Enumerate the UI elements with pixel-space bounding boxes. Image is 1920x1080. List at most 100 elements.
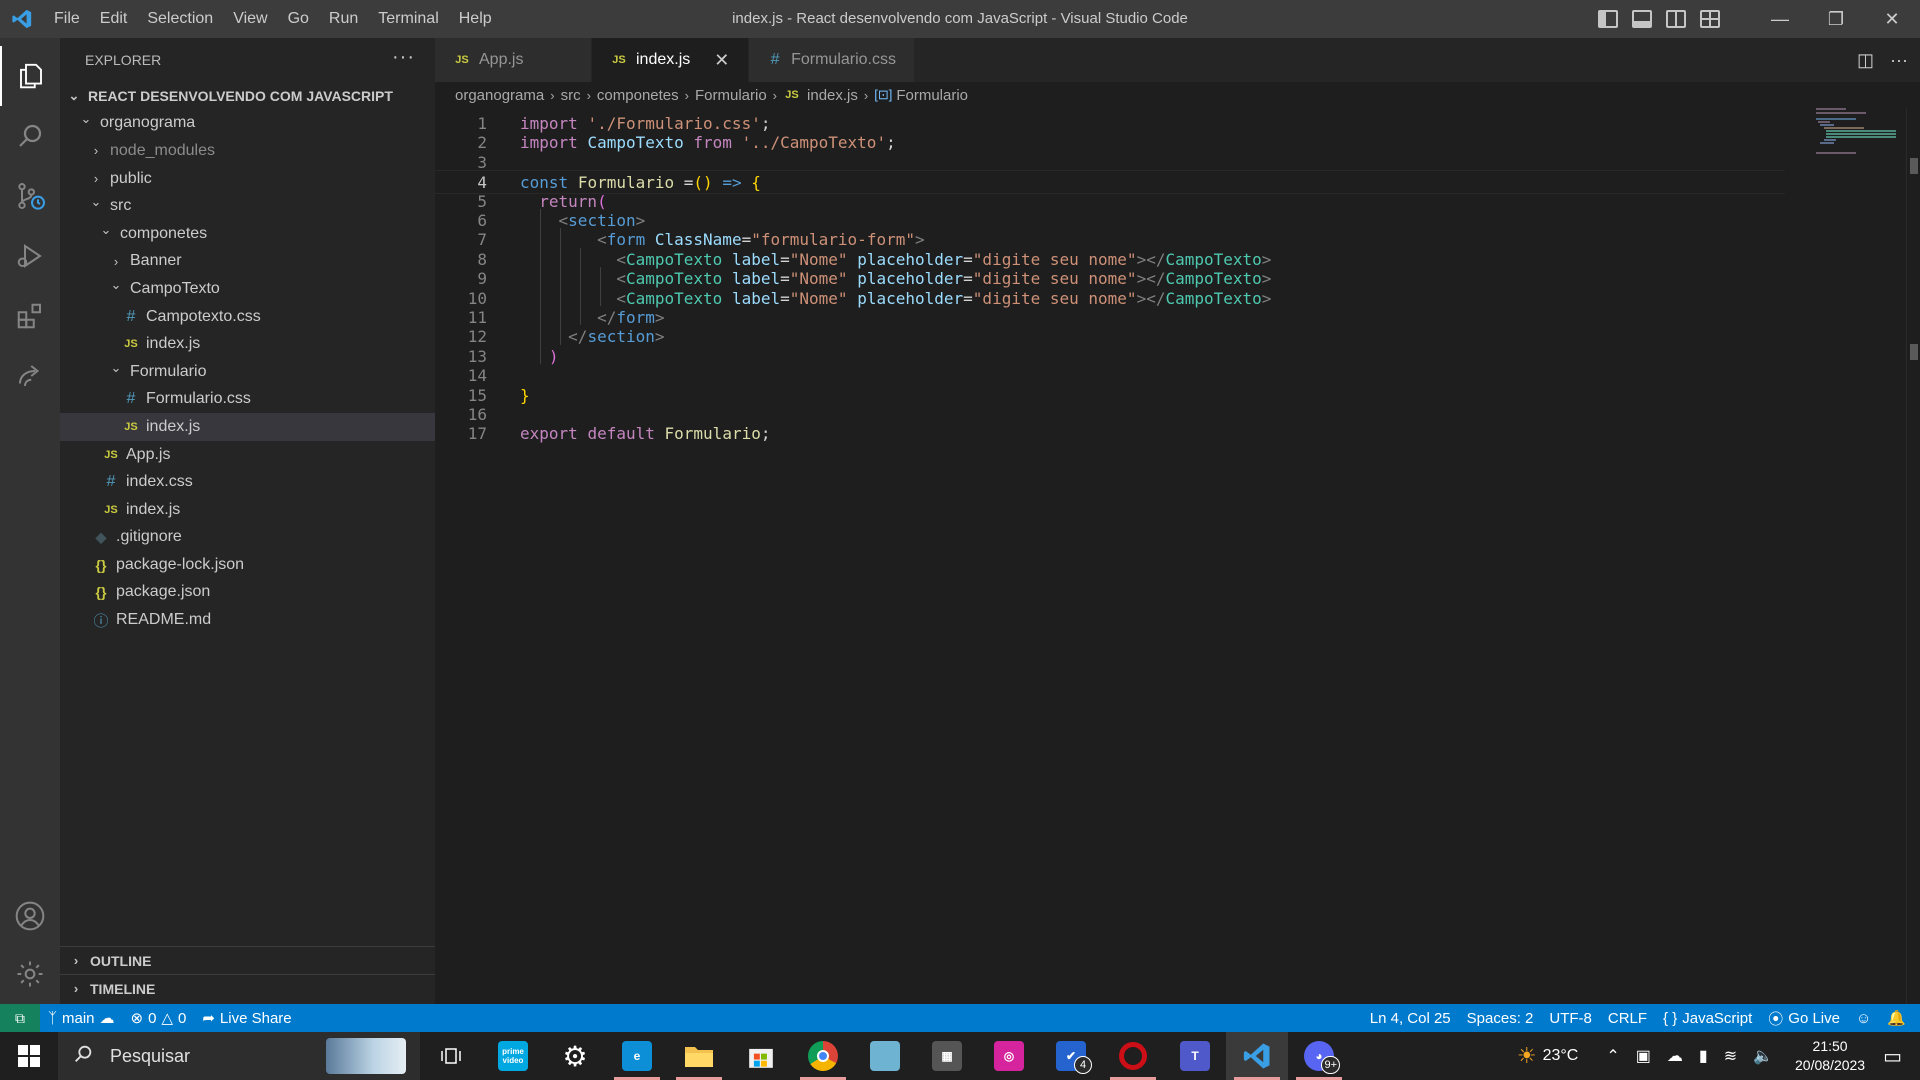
search-icon[interactable] <box>0 106 60 166</box>
teams-icon[interactable]: T <box>1164 1032 1226 1080</box>
tree-file[interactable]: {} package-lock.json <box>60 551 435 579</box>
menu-help[interactable]: Help <box>449 0 502 38</box>
breadcrumb-item[interactable]: componetes <box>597 87 679 104</box>
cursor-position[interactable]: Ln 4, Col 25 <box>1362 1010 1459 1027</box>
breadcrumb-item[interactable]: organograma <box>455 87 544 104</box>
git-branch[interactable]: ᛉ main ☁ <box>40 1009 123 1028</box>
menu-terminal[interactable]: Terminal <box>368 0 448 38</box>
code-line[interactable]: 17 export default Formulario; <box>435 422 1785 446</box>
opera-icon[interactable] <box>1102 1032 1164 1080</box>
breadcrumb-item[interactable]: Formulario <box>896 87 968 104</box>
tree-file[interactable]: ⓘ README.md <box>60 606 435 634</box>
menu-run[interactable]: Run <box>319 0 368 38</box>
tree-file[interactable]: {} package.json <box>60 579 435 607</box>
notifications-bell-icon[interactable]: 🔔 <box>1879 1009 1914 1027</box>
code-editor[interactable]: 1 import './Formulario.css'; 2 import Campo… <box>435 108 1920 1004</box>
tree-file[interactable]: # Formulario.css <box>60 386 435 414</box>
close-window-button[interactable]: ✕ <box>1864 0 1920 38</box>
tree-file[interactable]: JS index.js <box>60 496 435 524</box>
remote-indicator-icon[interactable]: ⧉ <box>0 1004 40 1032</box>
tree-folder[interactable]: › Banner <box>60 248 435 276</box>
battery-icon[interactable]: ▮ <box>1699 1046 1708 1066</box>
menu-edit[interactable]: Edit <box>90 0 138 38</box>
extensions-icon[interactable] <box>0 286 60 346</box>
project-folder-header[interactable]: ⌄ REACT DESENVOLVENDO COM JAVASCRIPT <box>60 82 435 110</box>
app-blue-icon[interactable] <box>854 1032 916 1080</box>
live-share-icon[interactable] <box>0 346 60 406</box>
vertical-scrollbar[interactable] <box>1906 108 1920 1004</box>
breadcrumb-item[interactable]: Formulario <box>695 87 767 104</box>
notifications-icon[interactable]: ▭ <box>1883 1044 1902 1069</box>
live-share-status[interactable]: ➦ Live Share <box>194 1009 299 1028</box>
tree-folder[interactable]: ⌄ Formulario <box>60 358 435 386</box>
menu-file[interactable]: File <box>44 0 90 38</box>
volume-icon[interactable]: 🔈 <box>1753 1046 1773 1066</box>
menu-go[interactable]: Go <box>278 0 319 38</box>
language-mode[interactable]: { } JavaScript <box>1655 1010 1760 1027</box>
minimize-button[interactable]: — <box>1752 0 1808 38</box>
tree-folder[interactable]: ⌄ organograma <box>60 110 435 138</box>
tree-folder[interactable]: ⌄ componetes <box>60 220 435 248</box>
customize-layout-icon[interactable] <box>1700 10 1720 28</box>
tree-file[interactable]: JS App.js <box>60 441 435 469</box>
go-live-button[interactable]: ⦿ Go Live <box>1760 1008 1848 1029</box>
calculator-icon[interactable]: ▦ <box>916 1032 978 1080</box>
tree-file[interactable]: JS index.js <box>60 413 435 441</box>
file-explorer-icon[interactable] <box>668 1032 730 1080</box>
microsoft-store-icon[interactable] <box>730 1032 792 1080</box>
settings-icon[interactable]: ⚙ <box>544 1032 606 1080</box>
clock[interactable]: 21:50 20/08/2023 <box>1781 1037 1879 1075</box>
discord-icon[interactable]: ◕ 9+ <box>1288 1032 1350 1080</box>
taskbar-search-box[interactable]: Pesquisar <box>58 1032 420 1080</box>
vscode-icon[interactable] <box>1226 1032 1288 1080</box>
timeline-section[interactable]: › TIMELINE <box>60 974 435 1002</box>
source-control-icon[interactable] <box>0 166 60 226</box>
tree-folder[interactable]: ⌄ src <box>60 192 435 220</box>
tree-folder[interactable]: › node_modules <box>60 137 435 165</box>
more-actions-icon[interactable]: ··· <box>1890 50 1908 71</box>
windows-start-button[interactable] <box>0 1032 58 1080</box>
feedback-icon[interactable]: ☺ <box>1848 1010 1879 1027</box>
manage-gear-icon[interactable] <box>0 944 60 1004</box>
menu-selection[interactable]: Selection <box>137 0 223 38</box>
toggle-primary-sidebar-icon[interactable] <box>1598 10 1618 28</box>
restore-button[interactable]: ❐ <box>1808 0 1864 38</box>
split-editor-icon[interactable]: ◫ <box>1857 50 1874 71</box>
problems-indicator[interactable]: ⊗ 0 △ 0 <box>123 1009 195 1028</box>
end-of-line[interactable]: CRLF <box>1600 1010 1655 1027</box>
breadcrumb-item[interactable]: index.js <box>807 87 858 104</box>
weather-icon[interactable]: ☀ <box>1517 1043 1537 1069</box>
encoding[interactable]: UTF-8 <box>1541 1010 1600 1027</box>
tree-folder[interactable]: ⌄ CampoTexto <box>60 275 435 303</box>
close-tab-icon[interactable]: ✕ <box>714 50 729 71</box>
weather-temp[interactable]: 23°C <box>1543 1047 1579 1065</box>
indentation[interactable]: Spaces: 2 <box>1459 1010 1542 1027</box>
more-actions-icon[interactable]: ··· <box>392 46 415 69</box>
tab-index-js[interactable]: JS index.js ✕ <box>592 38 749 82</box>
breadcrumb-item[interactable]: src <box>561 87 581 104</box>
todo-icon[interactable]: ✔ 4 <box>1040 1032 1102 1080</box>
minimap[interactable] <box>1806 108 1906 268</box>
outline-section[interactable]: › OUTLINE <box>60 946 435 974</box>
onedrive-icon[interactable]: ☁ <box>1667 1046 1683 1066</box>
accounts-icon[interactable] <box>0 886 60 946</box>
toggle-panel-icon[interactable] <box>1632 10 1652 28</box>
tab-app-js[interactable]: JS App.js <box>435 38 592 82</box>
run-debug-icon[interactable] <box>0 226 60 286</box>
prime-video-icon[interactable]: prime video <box>482 1032 544 1080</box>
edge-icon[interactable]: e <box>606 1032 668 1080</box>
instagram-icon[interactable]: ◎ <box>978 1032 1040 1080</box>
tab-formulario-css[interactable]: # Formulario.css <box>749 38 915 82</box>
tree-file[interactable]: # Campotexto.css <box>60 303 435 331</box>
task-view-icon[interactable] <box>420 1032 482 1080</box>
chrome-icon[interactable] <box>792 1032 854 1080</box>
show-hidden-icons-icon[interactable]: ⌃ <box>1606 1046 1619 1066</box>
toggle-secondary-sidebar-icon[interactable] <box>1666 10 1686 28</box>
tree-file[interactable]: JS index.js <box>60 330 435 358</box>
tree-folder[interactable]: › public <box>60 165 435 193</box>
menu-view[interactable]: View <box>223 0 277 38</box>
tree-file[interactable]: # index.css <box>60 468 435 496</box>
meet-now-icon[interactable]: ▣ <box>1636 1046 1651 1066</box>
tree-file[interactable]: ◆ .gitignore <box>60 524 435 552</box>
explorer-icon[interactable] <box>0 46 60 106</box>
